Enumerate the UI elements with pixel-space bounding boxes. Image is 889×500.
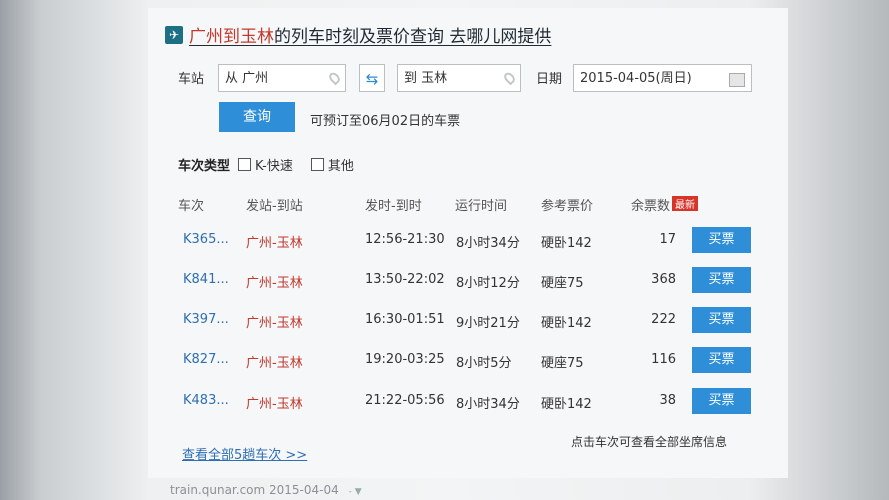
checkbox[interactable] [238, 158, 252, 171]
col-header-times: 发时-到时 [365, 199, 422, 214]
duration-cell: 8小时5分 [456, 356, 512, 371]
table-row: K483... 广州-玉林 21:22-05:56 8小时34分 硬卧142 3… [0, 386, 889, 416]
times-cell: 19:20-03:25 [365, 352, 445, 367]
swap-stations-button[interactable]: ⇆ [359, 64, 385, 92]
times-cell: 13:50-22:02 [365, 272, 445, 287]
price-cell: 硬座75 [541, 356, 584, 371]
route-cell: 广州-玉林 [246, 356, 303, 371]
route-cell: 广州-玉林 [246, 236, 303, 251]
train-number-link[interactable]: K827... [183, 352, 229, 367]
price-cell: 硬卧142 [541, 397, 592, 412]
duration-cell: 8小时12分 [456, 276, 520, 291]
remaining-cell: 116 [651, 352, 676, 367]
buy-ticket-button[interactable]: 买票 [692, 227, 751, 253]
remaining-cell: 368 [651, 272, 676, 287]
train-number-link[interactable]: K397... [183, 312, 229, 327]
times-cell: 16:30-01:51 [365, 312, 445, 327]
col-header-train: 车次 [178, 199, 205, 214]
title-link[interactable]: 广州到玉林的列车时刻及票价查询 去哪儿网提供 [189, 22, 551, 47]
filter-k-express[interactable]: K-快速 [238, 155, 293, 174]
route-cell: 广州-玉林 [246, 276, 303, 291]
col-header-stations: 发站-到站 [246, 199, 303, 214]
col-header-price: 参考票价 [541, 199, 594, 214]
times-cell: 12:56-21:30 [365, 232, 445, 247]
to-station-input[interactable]: 到 玉林 [397, 64, 521, 92]
train-type-filter: 车次类型 K-快速 其他 [178, 155, 364, 174]
view-all-trains-link[interactable]: 查看全部5趟车次 >> [182, 444, 307, 463]
table-row: K827... 广州-玉林 19:20-03:25 8小时5分 硬座75 116… [0, 345, 889, 375]
from-station-value: 从 广州 [225, 71, 269, 86]
location-pin-icon [502, 70, 517, 86]
filter-option-label: K-快速 [255, 159, 293, 174]
checkbox[interactable] [310, 158, 324, 171]
train-number-link[interactable]: K365... [183, 232, 229, 247]
table-row: K397... 广州-玉林 16:30-01:51 9小时21分 硬卧142 2… [0, 305, 889, 335]
query-button[interactable]: 查询 [219, 102, 295, 132]
times-cell: 21:22-05:56 [365, 393, 445, 408]
new-badge: 最新 [672, 196, 699, 211]
route-cell: 广州-玉林 [246, 397, 303, 412]
seat-info-hint: 点击车次可查看全部坐席信息 [571, 435, 728, 449]
duration-cell: 8小时34分 [456, 397, 520, 412]
to-station-value: 到 玉林 [404, 71, 448, 86]
buy-ticket-button[interactable]: 买票 [692, 347, 751, 373]
filter-label: 车次类型 [178, 159, 231, 174]
dropdown-arrow-icon[interactable]: - ▼ [349, 487, 362, 497]
table-row: K841... 广州-玉林 13:50-22:02 8小时12分 硬座75 36… [0, 265, 889, 295]
price-cell: 硬座75 [541, 276, 584, 291]
buy-ticket-button[interactable]: 买票 [692, 267, 751, 293]
date-label: 日期 [536, 72, 563, 87]
price-cell: 硬卧142 [541, 236, 592, 251]
buy-ticket-button[interactable]: 买票 [692, 307, 751, 333]
presale-note: 可预订至06月02日的车票 [310, 114, 461, 129]
title-rest[interactable]: 的列车时刻及票价查询 去哪儿网提供 [274, 27, 551, 47]
col-header-duration: 运行时间 [455, 199, 508, 214]
widget-title: ✈ 广州到玉林的列车时刻及票价查询 去哪儿网提供 [165, 22, 551, 47]
col-header-remaining: 余票数 最新 [631, 195, 699, 214]
price-cell: 硬卧142 [541, 316, 592, 331]
train-number-link[interactable]: K483... [183, 393, 229, 408]
duration-cell: 8小时34分 [456, 236, 520, 251]
location-pin-icon [327, 70, 342, 86]
calendar-icon[interactable] [729, 73, 745, 87]
date-input[interactable]: 2015-04-05(周日) [573, 64, 752, 92]
table-row: K365... 广州-玉林 12:56-21:30 8小时34分 硬卧142 1… [0, 225, 889, 255]
train-number-link[interactable]: K841... [183, 272, 229, 287]
qunar-logo-icon: ✈ [165, 25, 183, 44]
footer-source-text[interactable]: train.qunar.com 2015-04-04 [170, 483, 339, 497]
from-station-input[interactable]: 从 广州 [218, 64, 346, 92]
remaining-header-label: 余票数 [631, 199, 671, 214]
station-label: 车站 [178, 72, 205, 87]
remaining-cell: 17 [659, 232, 676, 247]
footer-source: train.qunar.com 2015-04-04 - ▼ [170, 483, 362, 497]
filter-option-label: 其他 [327, 159, 354, 174]
remaining-cell: 222 [651, 312, 676, 327]
remaining-cell: 38 [659, 393, 676, 408]
route-cell: 广州-玉林 [246, 316, 303, 331]
duration-cell: 9小时21分 [456, 316, 520, 331]
date-value: 2015-04-05(周日) [580, 71, 692, 86]
filter-other[interactable]: 其他 [310, 155, 354, 174]
buy-ticket-button[interactable]: 买票 [692, 388, 751, 414]
title-route[interactable]: 广州到玉林 [189, 27, 274, 47]
